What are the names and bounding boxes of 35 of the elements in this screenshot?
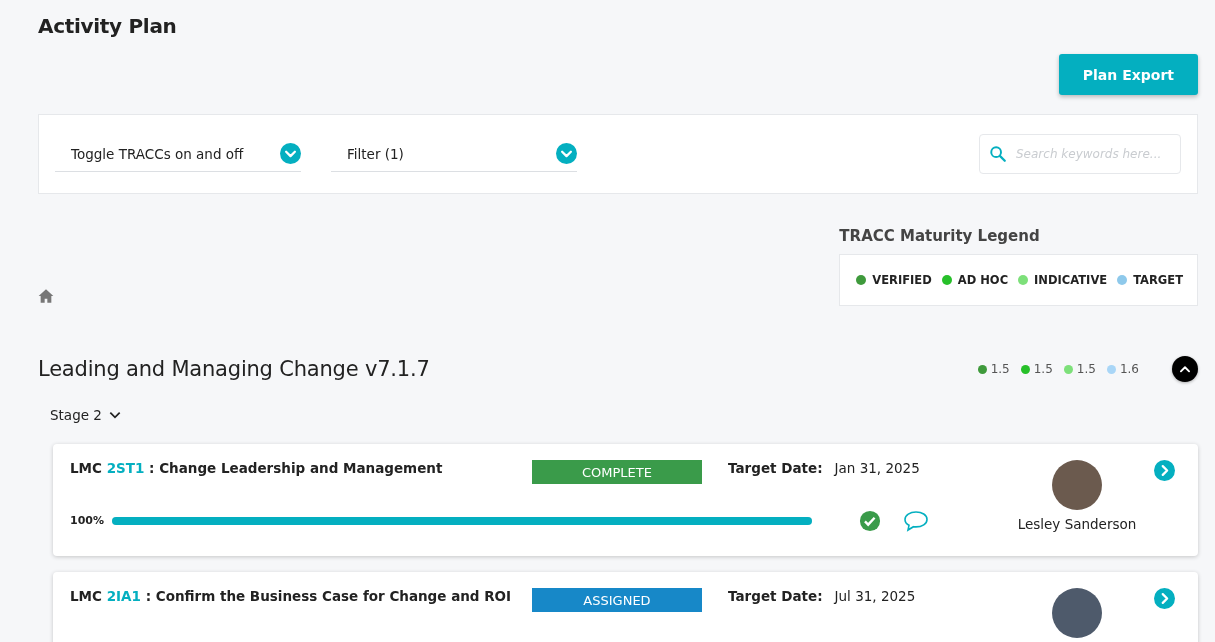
chevron-down-icon bbox=[280, 143, 301, 164]
maturity-score: 1.5 bbox=[1076, 362, 1096, 376]
comment-icon[interactable] bbox=[903, 510, 929, 532]
legend-label: AD HOC bbox=[957, 273, 1009, 287]
collapse-button[interactable] bbox=[1172, 356, 1198, 382]
legend-label: INDICATIVE bbox=[1034, 273, 1108, 287]
open-button[interactable] bbox=[1152, 460, 1176, 484]
chevron-right-icon bbox=[1153, 460, 1175, 481]
stage-dropdown[interactable]: Stage 2 bbox=[50, 407, 122, 423]
page-title: Activity Plan bbox=[38, 14, 178, 38]
toggle-traccs-dropdown[interactable]: Toggle TRACCs on and off bbox=[55, 136, 301, 172]
status-badge: ASSIGNED bbox=[532, 588, 702, 612]
target-date-label: Target Date: bbox=[728, 460, 823, 476]
status-badge: COMPLETE bbox=[532, 460, 702, 484]
legend-label: TARGET bbox=[1133, 273, 1183, 287]
legend-label: VERIFIED bbox=[872, 273, 932, 287]
chevron-down-icon bbox=[556, 143, 577, 164]
home-icon[interactable] bbox=[38, 288, 54, 304]
maturity-score: 1.6 bbox=[1119, 362, 1139, 376]
chevron-right-icon bbox=[1153, 588, 1175, 609]
avatar-placeholder bbox=[1052, 460, 1102, 510]
activity-title[interactable]: LMC 2IA1 : Confirm the Business Case for Change and ROI bbox=[70, 588, 532, 604]
section-title: Leading and Managing Change v7.1.7 bbox=[38, 357, 431, 381]
legend-title: TRACC Maturity Legend bbox=[839, 227, 1041, 245]
filter-dropdown[interactable]: Filter (1) bbox=[331, 136, 577, 172]
avatar-placeholder bbox=[1052, 588, 1102, 638]
target-date-label: Target Date: bbox=[728, 588, 823, 604]
maturity-score: 1.5 bbox=[1033, 362, 1053, 376]
progress-percent: 100% bbox=[70, 514, 104, 527]
maturity-score: 1.5 bbox=[990, 362, 1010, 376]
target-date: Jul 31, 2025 bbox=[834, 588, 916, 604]
target-date: Jan 31, 2025 bbox=[834, 460, 920, 476]
activity-title[interactable]: LMC 2ST1 : Change Leadership and Management bbox=[70, 460, 532, 476]
open-button[interactable] bbox=[1152, 588, 1176, 612]
owner-name: Lesley Sanderson bbox=[1017, 516, 1137, 532]
